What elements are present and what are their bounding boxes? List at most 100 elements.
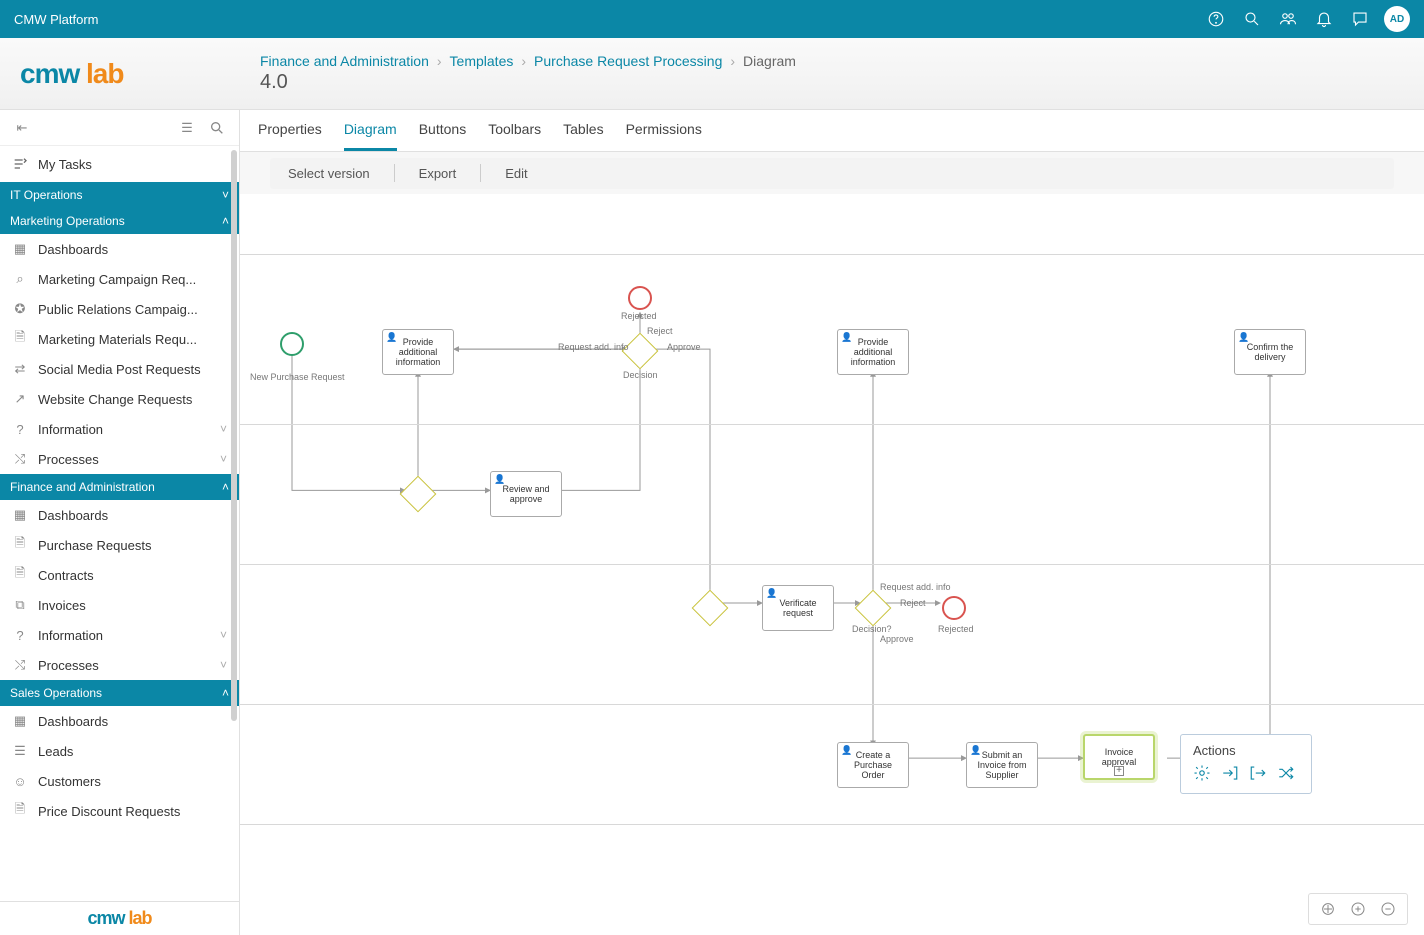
- doc-icon: 🗎: [12, 331, 28, 347]
- select-version-button[interactable]: Select version: [282, 164, 376, 183]
- collapse-sidebar-icon[interactable]: ⇤: [10, 116, 34, 140]
- crumb-0[interactable]: Finance and Administration: [260, 53, 429, 69]
- tabs: Properties Diagram Buttons Toolbars Tables Pe…: [240, 110, 1424, 152]
- tab-toolbars[interactable]: Toolbars: [488, 110, 541, 151]
- end-rejected-1[interactable]: [628, 286, 652, 310]
- lead-icon: ☰: [12, 743, 28, 759]
- info-icon: ?: [12, 421, 28, 437]
- action-enter-icon[interactable]: [1221, 764, 1239, 785]
- zoom-controls: [1308, 893, 1408, 925]
- diagram-canvas[interactable]: Actions New Purchase Request👤Pro: [240, 194, 1424, 935]
- doc-icon: 🗎: [12, 537, 28, 553]
- info-icon: ?: [12, 627, 28, 643]
- nav-item-customers[interactable]: ☺Customers: [0, 766, 239, 796]
- nav-item-information[interactable]: ?Information˅: [0, 620, 239, 650]
- edge-reqinfo1: Request add. info: [558, 342, 629, 352]
- actions-title: Actions: [1193, 743, 1299, 758]
- nav-item-public-relations-campaig-[interactable]: ✪Public Relations Campaig...: [0, 294, 239, 324]
- gateway-pre-verify[interactable]: [697, 595, 723, 621]
- nav-item-dashboards[interactable]: ▦Dashboards: [0, 706, 239, 736]
- action-shuffle-icon[interactable]: [1277, 764, 1295, 785]
- doc-icon: 🗎: [12, 567, 28, 583]
- gateway-decision[interactable]: [627, 338, 653, 364]
- section-it-operations[interactable]: IT Operations˅: [0, 182, 239, 208]
- toolbar: Select version Export Edit: [270, 158, 1394, 189]
- breadcrumb: Finance and Administration› Templates› P…: [260, 53, 1404, 69]
- section-finance-and-administration[interactable]: Finance and Administration˄: [0, 474, 239, 500]
- gateway-decision-2[interactable]: [860, 595, 886, 621]
- nav-item-website-change-requests[interactable]: ↗Website Change Requests: [0, 384, 239, 414]
- list-view-icon[interactable]: ☰: [175, 116, 199, 140]
- nav-item-social-media-post-requests[interactable]: ⇄Social Media Post Requests: [0, 354, 239, 384]
- scrollbar[interactable]: [231, 150, 237, 882]
- task-create-po[interactable]: 👤Create a Purchase Order: [837, 742, 909, 788]
- tab-permissions[interactable]: Permissions: [626, 110, 702, 151]
- edge-reqinfo2: Request add. info: [880, 582, 951, 592]
- start-event[interactable]: [280, 332, 304, 356]
- zoom-out-icon[interactable]: [1377, 898, 1399, 920]
- zoom-in-icon[interactable]: [1347, 898, 1369, 920]
- decision-label: Decision: [623, 370, 658, 380]
- chevron-down-icon: ˅: [220, 422, 227, 436]
- sidebar-footer-logo: cmw lab: [0, 901, 239, 935]
- bell-icon[interactable]: [1310, 5, 1338, 33]
- nav-item-processes[interactable]: ⤭Processes˅: [0, 444, 239, 474]
- task-confirm-delivery[interactable]: 👤Confirm the delivery: [1234, 329, 1306, 375]
- decision2-label: Decision?: [852, 624, 892, 634]
- end-rejected-2[interactable]: [942, 596, 966, 620]
- ext-icon: ↗: [12, 391, 28, 407]
- nav-item-information[interactable]: ?Information˅: [0, 414, 239, 444]
- nav-item-marketing-materials-requ-[interactable]: 🗎Marketing Materials Requ...: [0, 324, 239, 354]
- share-icon: ⇄: [12, 361, 28, 377]
- nav-item-processes[interactable]: ⤭Processes˅: [0, 650, 239, 680]
- proc-icon: ⤭: [12, 657, 28, 673]
- topbar: CMW Platform AD: [0, 0, 1424, 38]
- chat-icon[interactable]: [1346, 5, 1374, 33]
- export-button[interactable]: Export: [413, 164, 463, 183]
- chevron-down-icon: ˅: [220, 628, 227, 642]
- nav-item-dashboards[interactable]: ▦Dashboards: [0, 234, 239, 264]
- task-review-approve[interactable]: 👤Review and approve: [490, 471, 562, 517]
- help-icon[interactable]: [1202, 5, 1230, 33]
- nav-item-marketing-campaign-req-[interactable]: ⌕Marketing Campaign Req...: [0, 264, 239, 294]
- nav-item-invoices[interactable]: ⧉Invoices: [0, 590, 239, 620]
- task-invoice-approval[interactable]: Invoice approval+: [1083, 734, 1155, 780]
- tab-tables[interactable]: Tables: [563, 110, 603, 151]
- task-submit-invoice[interactable]: 👤Submit an Invoice from Supplier: [966, 742, 1038, 788]
- edge-approve2: Approve: [880, 634, 914, 644]
- edge-reject2: Reject: [900, 598, 926, 608]
- avatar[interactable]: AD: [1384, 6, 1410, 32]
- header: cmw lab Finance and Administration› Temp…: [0, 38, 1424, 110]
- zoom-fit-icon[interactable]: [1317, 898, 1339, 920]
- action-exit-icon[interactable]: [1249, 764, 1267, 785]
- start-label: New Purchase Request: [250, 372, 345, 382]
- tab-properties[interactable]: Properties: [258, 110, 322, 151]
- nav-item-contracts[interactable]: 🗎Contracts: [0, 560, 239, 590]
- task-provide-info-1[interactable]: 👤Provide additional information: [382, 329, 454, 375]
- nav-item-price-discount-requests[interactable]: 🗎Price Discount Requests: [0, 796, 239, 826]
- nav-my-tasks[interactable]: My Tasks: [0, 146, 239, 182]
- nav-item-leads[interactable]: ☰Leads: [0, 736, 239, 766]
- nav-item-purchase-requests[interactable]: 🗎Purchase Requests: [0, 530, 239, 560]
- crumb-2[interactable]: Purchase Request Processing: [534, 53, 722, 69]
- task-verify[interactable]: 👤Verificate request: [762, 585, 834, 631]
- chevron-down-icon: ˅: [220, 658, 227, 672]
- dash-icon: ▦: [12, 713, 28, 729]
- people-icon[interactable]: [1274, 5, 1302, 33]
- crumb-1[interactable]: Templates: [450, 53, 514, 69]
- task-provide-info-2[interactable]: 👤Provide additional information: [837, 329, 909, 375]
- search-icon[interactable]: [1238, 5, 1266, 33]
- section-sales-operations[interactable]: Sales Operations˄: [0, 680, 239, 706]
- tab-diagram[interactable]: Diagram: [344, 110, 397, 151]
- rejected2-label: Rejected: [938, 624, 974, 634]
- section-marketing-operations[interactable]: Marketing Operations˄: [0, 208, 239, 234]
- doc-icon: 🗎: [12, 803, 28, 819]
- edit-button[interactable]: Edit: [499, 164, 533, 183]
- nav-item-dashboards[interactable]: ▦Dashboards: [0, 500, 239, 530]
- gateway-1[interactable]: [405, 481, 431, 507]
- sidebar-search-icon[interactable]: [205, 116, 229, 140]
- actions-panel: Actions: [1180, 734, 1312, 794]
- tab-buttons[interactable]: Buttons: [419, 110, 466, 151]
- cust-icon: ☺: [12, 773, 28, 789]
- action-settings-icon[interactable]: [1193, 764, 1211, 785]
